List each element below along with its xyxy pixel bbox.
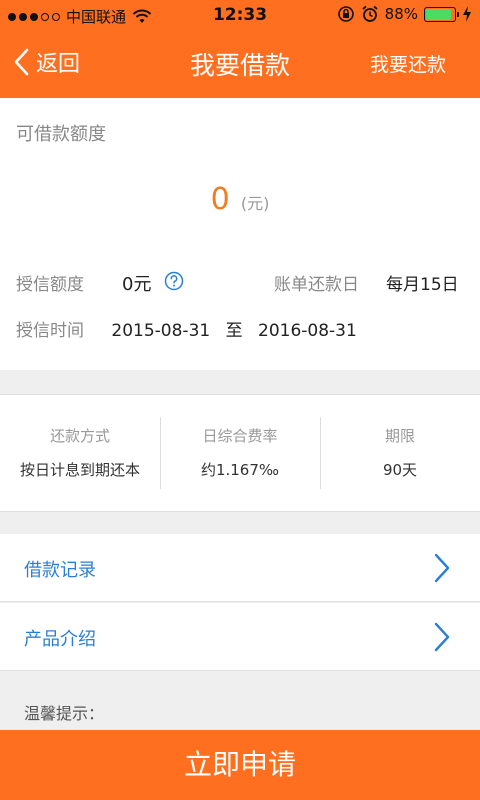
repay-method-value: 按日计息到期还本: [19, 461, 140, 479]
repay-method-column: 还款方式 按日计息到期还本: [0, 395, 160, 513]
repay-button[interactable]: 我要还款: [370, 50, 446, 77]
battery-percent: 88%: [384, 5, 418, 23]
term-label: 期限: [384, 427, 415, 445]
status-right: 88%: [337, 5, 472, 23]
quota-card: 可借款额度 0 (元) 授信额度 0元 账单还款日 每月15日 授信时间 201…: [0, 98, 480, 370]
term-value: 90天: [382, 461, 418, 479]
top-bar: 中国联通 12:33 88% 返回 我要借款 我要还款: [0, 0, 480, 98]
bill-day-label: 账单还款日: [274, 275, 359, 295]
credit-period-label: 授信时间: [16, 321, 84, 341]
amount-unit: (元): [240, 194, 270, 213]
back-label: 返回: [36, 52, 81, 77]
chevron-right-icon: [434, 622, 450, 652]
product-intro-item[interactable]: 产品介绍: [0, 603, 480, 671]
status-bar: 中国联通 12:33 88%: [0, 0, 480, 30]
loan-records-item[interactable]: 借款记录: [0, 534, 480, 602]
credit-end-date: 2016-08-31: [258, 321, 357, 341]
fee-rate-column: 日综合费率 约1.167‰: [160, 395, 320, 513]
tips-label: 温馨提示：: [24, 704, 105, 723]
available-quota-label: 可借款额度: [16, 124, 106, 145]
apply-now-button[interactable]: 立即申请: [0, 730, 480, 800]
bill-day-value: 每月15日: [386, 275, 459, 295]
credit-period-row: 授信时间 2015-08-31 至 2016-08-31: [16, 316, 367, 341]
credit-limit-value: 0元: [122, 274, 152, 295]
credit-limit-label: 授信额度: [16, 275, 84, 295]
fee-rate-value: 约1.167‰: [200, 461, 280, 479]
amount-value: 0: [210, 182, 230, 217]
battery-icon: [424, 6, 459, 22]
product-intro-label: 产品介绍: [24, 629, 96, 650]
loan-records-label: 借款记录: [24, 560, 96, 581]
charging-icon: [463, 6, 471, 22]
credit-to-text: 至: [225, 321, 243, 341]
repay-method-label: 还款方式: [49, 427, 110, 445]
term-column: 期限 90天: [320, 395, 480, 513]
fee-rate-label: 日综合费率: [202, 427, 278, 445]
nav-bar: 返回 我要借款 我要还款: [0, 30, 480, 98]
chevron-left-icon: [14, 48, 29, 76]
help-icon[interactable]: [164, 271, 184, 291]
alarm-icon: [362, 5, 378, 22]
back-button[interactable]: 返回: [12, 46, 80, 78]
rotation-lock-icon: [337, 6, 354, 22]
chevron-right-icon: [434, 553, 450, 583]
available-amount: 0 (元): [0, 182, 480, 217]
credit-start-date: 2015-08-31: [111, 321, 211, 341]
loan-terms-panel: 还款方式 按日计息到期还本 日综合费率 约1.167‰ 期限 90天: [0, 394, 480, 512]
